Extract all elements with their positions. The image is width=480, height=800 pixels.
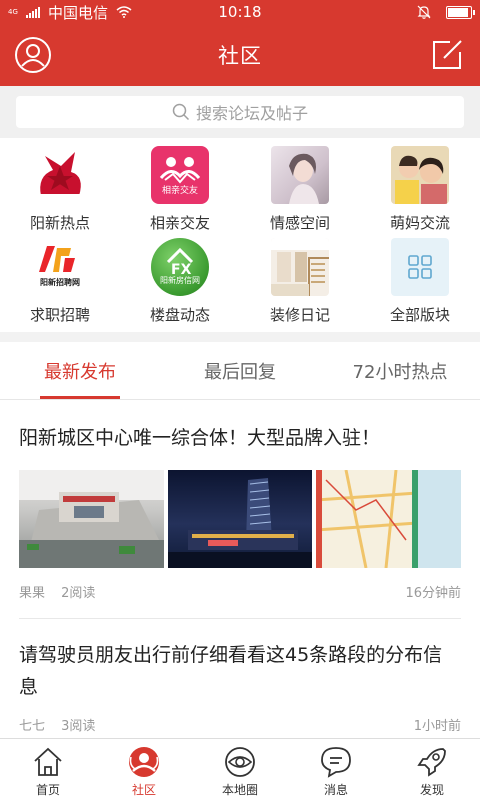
- post-time: 1小时前: [413, 719, 461, 734]
- post-image-mall-model[interactable]: [19, 470, 164, 568]
- nav-messages[interactable]: 消息: [288, 739, 384, 800]
- jobs-logo-icon: 阳新招聘网: [31, 238, 89, 296]
- page-title: 社区: [218, 44, 262, 68]
- nav-local-circle[interactable]: 本地圈: [192, 739, 288, 800]
- nav-label: 发现: [419, 783, 444, 797]
- forum-grid: 阳新热点 相亲交友 相亲交友 情感空间 萌妈交流 阳新招聘网 求职招聘 FX 阳…: [0, 138, 480, 332]
- search-bar: 搜索论坛及帖子: [0, 86, 480, 138]
- forum-item-decoration[interactable]: 装修日记: [240, 238, 360, 330]
- nav-label: 首页: [35, 783, 60, 797]
- nav-home[interactable]: 首页: [0, 739, 96, 800]
- user-icon[interactable]: [14, 36, 52, 74]
- post-tabs: 最新发布 最后回复 72小时热点: [0, 342, 480, 400]
- forum-label: 楼盘动态: [149, 306, 210, 324]
- nav-label: 消息: [323, 783, 348, 797]
- tab-last-reply[interactable]: 最后回复: [160, 342, 320, 399]
- forum-label: 阳新热点: [29, 214, 90, 232]
- rocket-icon: [417, 748, 446, 777]
- tab-latest[interactable]: 最新发布: [0, 342, 160, 399]
- post-author[interactable]: 果果: [19, 586, 45, 601]
- tab-72h-hot[interactable]: 72小时热点: [320, 342, 480, 399]
- property-logo-icon: FX 阳新房信网: [151, 238, 209, 296]
- post-meta: 七七 3阅读 1小时前: [19, 715, 461, 735]
- dating-logo-icon: 相亲交友: [151, 146, 209, 204]
- dating-badge-text: 相亲交友: [161, 186, 198, 196]
- status-bar: 4G 中国电信 10:18: [0, 0, 480, 24]
- nav-community[interactable]: 社区: [96, 739, 192, 800]
- status-right: [416, 4, 475, 20]
- property-badge-text: 阳新房信网: [160, 276, 200, 285]
- hotspot-logo-icon: [31, 146, 89, 204]
- forum-label: 全部版块: [389, 306, 450, 324]
- post-author[interactable]: 七七: [19, 719, 45, 734]
- bell-muted-icon: [417, 5, 431, 19]
- search-input[interactable]: 搜索论坛及帖子: [16, 96, 464, 128]
- post-images: [19, 470, 462, 568]
- community-icon: [129, 747, 159, 777]
- nav-discover[interactable]: 发现: [384, 739, 480, 800]
- post-reads: 3阅读: [61, 719, 96, 734]
- forum-label: 求职招聘: [29, 306, 90, 324]
- post-list: 阳新城区中心唯一综合体！大型品牌入驻！ 果果 2阅读 16分钟前 请驾驶员朋友出…: [0, 400, 480, 738]
- carrier-name: 中国电信: [48, 3, 109, 22]
- nav-label: 本地圈: [221, 783, 258, 797]
- battery-icon: [446, 5, 475, 19]
- post-meta: 果果 2阅读 16分钟前: [19, 582, 461, 602]
- post-reads: 2阅读: [61, 586, 96, 601]
- search-placeholder: 搜索论坛及帖子: [195, 104, 308, 123]
- post-image-night-tower[interactable]: [167, 470, 313, 568]
- all-sections-icon: [391, 238, 449, 296]
- eye-icon: [225, 747, 255, 777]
- decoration-photo-icon: [271, 238, 329, 296]
- forum-item-all[interactable]: 全部版块: [360, 238, 480, 330]
- list-item[interactable]: 阳新城区中心唯一综合体！大型品牌入驻！ 果果 2阅读 16分钟前: [0, 400, 480, 619]
- forum-item-jobs[interactable]: 阳新招聘网 求职招聘: [0, 238, 120, 330]
- post-title[interactable]: 请驾驶员朋友出行前仔细看看这45条路段的分布信息: [19, 619, 461, 703]
- wifi-icon: [116, 6, 132, 18]
- compose-icon[interactable]: [430, 38, 464, 72]
- nav-label: 社区: [131, 783, 156, 797]
- forum-item-property[interactable]: FX 阳新房信网 楼盘动态: [120, 238, 240, 330]
- forum-label: 萌妈交流: [389, 214, 450, 232]
- jobs-badge-text: 阳新招聘网: [40, 278, 80, 287]
- list-item[interactable]: 请驾驶员朋友出行前仔细看看这45条路段的分布信息 七七 3阅读 1小时前: [0, 619, 480, 735]
- post-image-map[interactable]: [316, 470, 462, 568]
- signal-icon: [26, 6, 40, 18]
- forum-item-moms[interactable]: 萌妈交流: [360, 146, 480, 238]
- home-icon: [34, 747, 62, 776]
- message-icon: [321, 747, 351, 778]
- post-meta-left: 七七 3阅读: [19, 715, 95, 735]
- forum-label: 装修日记: [269, 306, 330, 324]
- forum-label: 情感空间: [269, 214, 330, 232]
- post-time: 16分钟前: [405, 586, 461, 601]
- forum-item-dating[interactable]: 相亲交友 相亲交友: [120, 146, 240, 238]
- status-left: 4G 中国电信: [8, 2, 178, 23]
- post-meta-left: 果果 2阅读: [19, 582, 95, 602]
- network-type: 4G: [8, 7, 18, 16]
- forum-item-hotspot[interactable]: 阳新热点: [0, 146, 120, 238]
- post-title[interactable]: 阳新城区中心唯一综合体！大型品牌入驻！: [19, 400, 461, 454]
- moms-photo-icon: [391, 146, 449, 204]
- community-screen: 4G 中国电信 10:18 社区 搜索论坛及帖子 阳新热点 相亲交友 相亲交友 …: [0, 0, 480, 800]
- forum-item-emotion[interactable]: 情感空间: [240, 146, 360, 238]
- search-icon: [172, 103, 190, 121]
- emotion-photo-icon: [271, 146, 329, 204]
- bottom-nav: 首页 社区 本地圈 消息 发现: [0, 738, 480, 800]
- battery-fill: [448, 7, 468, 17]
- forum-label: 相亲交友: [149, 214, 210, 232]
- app-header: 社区: [0, 24, 480, 86]
